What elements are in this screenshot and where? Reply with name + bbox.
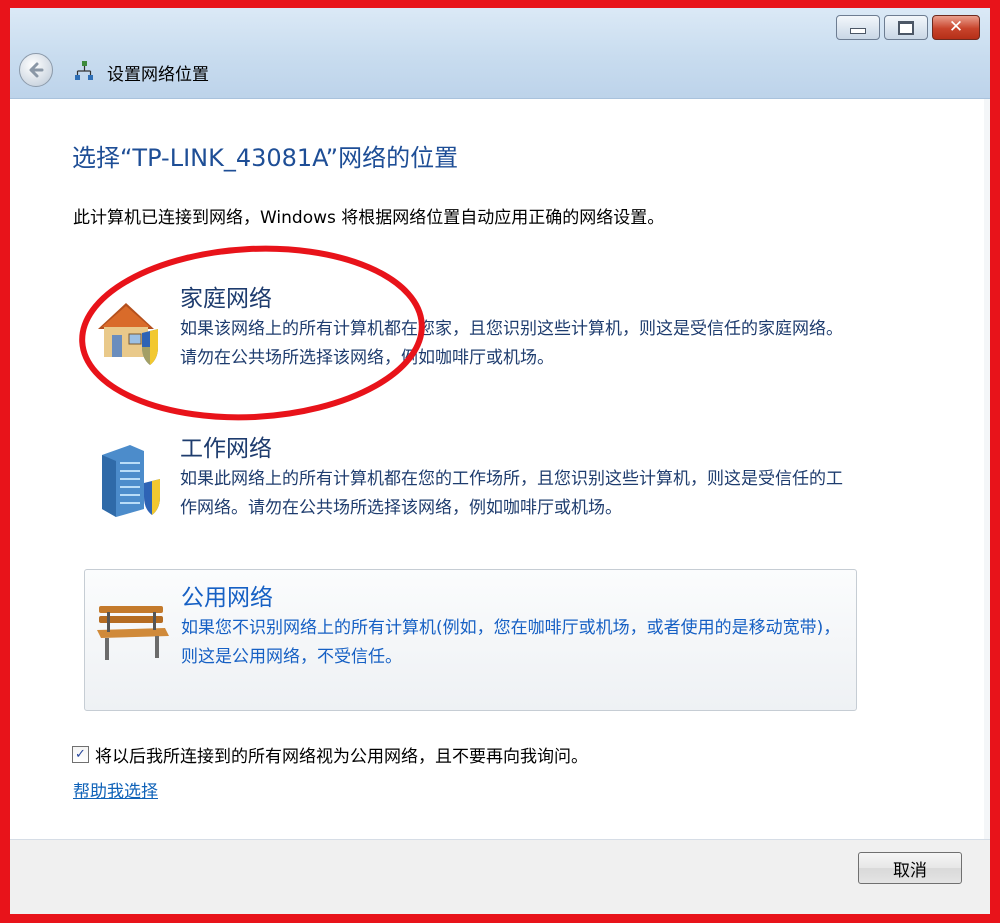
checkbox-row[interactable]: ✓ 将以后我所连接到的所有网络视为公用网络，且不要再向我询问。 [72,742,588,767]
option-description: 如果您不识别网络上的所有计算机(例如，您在咖啡厅或机场，或者使用的是移动宽带)，… [181,618,841,667]
minimize-button[interactable] [836,15,880,40]
home-network-icon [98,303,158,365]
option-home-network[interactable]: 家庭网络 如果该网络上的所有计算机都在您家，且您识别这些计算机，则这是受信任的家… [84,271,857,413]
main-content: 选择“TP-LINK_43081A”网络的位置 此计算机已连接到网络，Windo… [10,99,990,840]
close-button[interactable]: ✕ [932,15,980,40]
window-controls: ✕ [836,15,980,40]
page-heading: 选择“TP-LINK_43081A”网络的位置 [72,144,459,172]
maximize-icon [898,20,914,35]
checkbox-label: 将以后我所连接到的所有网络视为公用网络，且不要再向我询问。 [95,747,588,767]
option-public-network[interactable]: 公用网络 如果您不识别网络上的所有计算机(例如，您在咖啡厅或机场，或者使用的是移… [84,569,857,711]
back-arrow-icon [29,62,44,78]
scroll-edge [984,99,990,839]
cancel-button[interactable]: 取消 [858,852,962,884]
work-network-icon [102,445,160,517]
title-bar: ✕ 设置网络位置 [10,8,990,99]
help-me-choose-link[interactable]: 帮助我选择 [73,777,158,802]
minimize-icon [850,28,866,34]
option-description: 如果此网络上的所有计算机都在您的工作场所，且您识别这些计算机，则这是受信任的工作… [180,469,843,518]
maximize-button[interactable] [884,15,928,40]
network-icon [75,61,93,80]
dialog-window: ✕ 设置网络位置 选择“TP-LINK_43081A”网络的位置 此计算机已连接… [10,8,990,914]
footer-bar: 取消 [10,840,990,914]
treat-all-public-checkbox[interactable]: ✓ [72,746,89,763]
close-icon: ✕ [948,17,964,37]
option-title: 家庭网络 [180,286,272,312]
back-button[interactable] [19,53,53,87]
window-title: 设置网络位置 [107,65,209,85]
public-network-icon [97,606,169,660]
option-title: 公用网络 [181,585,273,611]
intro-text: 此计算机已连接到网络，Windows 将根据网络位置自动应用正确的网络设置。 [73,208,665,228]
option-description: 如果该网络上的所有计算机都在您家，且您识别这些计算机，则这是受信任的家庭网络。请… [180,319,843,368]
option-work-network[interactable]: 工作网络 如果此网络上的所有计算机都在您的工作场所，且您识别这些计算机，则这是受… [84,421,857,563]
option-title: 工作网络 [180,436,272,462]
